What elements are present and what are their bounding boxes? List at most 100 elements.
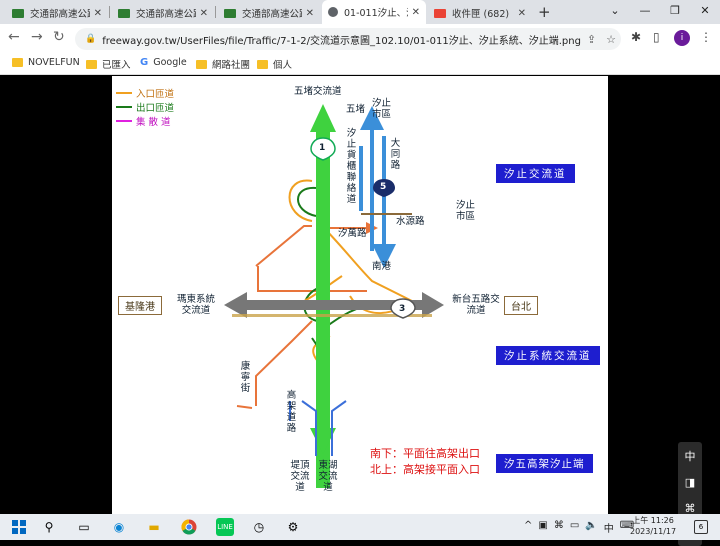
- tab-title: 收件匣 (682): [452, 9, 510, 20]
- lock-icon[interactable]: 🔒: [85, 34, 96, 44]
- note-southbound: 南下：平面往高架出口: [370, 447, 480, 460]
- tab-title: 交通部高速公路局: [136, 9, 196, 20]
- title-xizhi-system-interchange: 汐止系統交流道: [496, 346, 600, 365]
- browser-window: 交通部高速公路局 ✕ 交通部高速公路局 ✕ 交通部高速公路局 ✕ 01-011汐…: [0, 0, 720, 546]
- folder-icon: [12, 58, 23, 67]
- label-xizhi-cargo-road: 汐止貨櫃聯絡道: [346, 128, 357, 205]
- app-tray-icon[interactable]: ▣: [538, 520, 547, 535]
- interchange-diagram: 1 3 5 入口匝道 出口匝道 集 散 道 五堵交流道 五堵 汐止市區 汐止貨櫃…: [112, 76, 608, 514]
- image-viewer: 1 3 5 入口匝道 出口匝道 集 散 道 五堵交流道 五堵 汐止市區 汐止貨櫃…: [0, 76, 720, 546]
- show-hidden-icons-icon[interactable]: ^: [524, 520, 532, 535]
- notification-icon[interactable]: 6: [694, 520, 708, 534]
- chrome-icon[interactable]: [180, 518, 198, 536]
- legend-exit-ramp: 出口匝道: [116, 100, 174, 114]
- line-icon[interactable]: LINE: [216, 518, 234, 536]
- gmail-icon: [224, 8, 236, 18]
- navigation-bar: ← → ↻ 🔒 freeway.gov.tw/UserFiles/file/Tr…: [0, 24, 720, 53]
- tab-2[interactable]: 交通部高速公路局 ✕: [218, 2, 320, 24]
- edge-icon[interactable]: ◉: [110, 518, 128, 536]
- task-view-icon[interactable]: ▭: [75, 518, 93, 536]
- label-donghu-interchange: 東湖交流道: [318, 460, 338, 493]
- ime-chinese-icon[interactable]: 中: [685, 448, 696, 464]
- bookmark-personal[interactable]: 個人: [257, 57, 292, 71]
- close-icon[interactable]: ✕: [412, 7, 420, 18]
- usb-icon[interactable]: ⌘: [554, 520, 564, 535]
- label-madong-system: 瑪東系統交流道: [176, 294, 215, 316]
- freeway-1-shield-label: 1: [319, 143, 326, 153]
- clock-date: 2023/11/17: [630, 527, 677, 536]
- address-bar[interactable]: 🔒 freeway.gov.tw/UserFiles/file/Traffic/…: [75, 28, 621, 50]
- label-wudu-interchange: 五堵交流道: [294, 86, 342, 97]
- file-explorer-icon[interactable]: ▬: [145, 518, 163, 536]
- bookmark-groups[interactable]: 網路社團: [196, 57, 250, 71]
- punctuation-icon[interactable]: ⌘: [685, 502, 696, 515]
- close-icon[interactable]: ✕: [94, 8, 102, 19]
- freeway-5-shield-label: 5: [380, 182, 387, 192]
- taskbar-clock[interactable]: 上午 11:26 2023/11/17: [630, 515, 676, 537]
- window-controls: ⌄ — ❐ ✕: [600, 0, 720, 24]
- url-text[interactable]: freeway.gov.tw/UserFiles/file/Traffic/7-…: [102, 32, 582, 47]
- folder-icon: [196, 59, 207, 69]
- sidepanel-icon[interactable]: ▯: [653, 30, 660, 44]
- label-wudu: 五堵: [346, 104, 366, 115]
- label-xizhi-city-right: 汐止市區: [456, 200, 476, 222]
- close-window-icon[interactable]: ✕: [690, 0, 720, 24]
- title-xiwu-elevated-xizhi-end: 汐五高架汐止端: [496, 454, 593, 473]
- tab-search-icon[interactable]: ⌄: [600, 0, 630, 24]
- note-northbound: 北上：高架接平面入口: [370, 463, 480, 476]
- tab-1[interactable]: 交通部高速公路局 ✕: [112, 2, 214, 24]
- close-icon[interactable]: ✕: [200, 8, 208, 19]
- tab-3-active[interactable]: 01-011汐止、汐止系統 ✕: [322, 0, 426, 24]
- label-datong-road: 大同路: [390, 138, 401, 171]
- label-elevated-road: 高架道路: [286, 390, 297, 434]
- windows-taskbar: ⚲ ▭ ◉ ▬ LINE ◷ ⚙ ^ ▣ ⌘ ▭ 🔈 中 ⌨ 上午 11:26 …: [0, 514, 720, 540]
- search-icon[interactable]: ⚲: [40, 518, 58, 536]
- menu-icon[interactable]: ⋮: [700, 30, 712, 44]
- maximize-icon[interactable]: ❐: [660, 0, 690, 24]
- back-icon[interactable]: ←: [8, 29, 20, 45]
- label-taipei: 台北: [504, 296, 538, 315]
- title-xizhi-interchange: 汐止交流道: [496, 164, 575, 183]
- close-icon[interactable]: ✕: [518, 8, 526, 19]
- clock-time: 上午 11:26: [632, 516, 674, 525]
- volume-icon[interactable]: 🔈: [585, 520, 597, 535]
- label-tiding-interchange: 堤頂交流道: [290, 460, 310, 493]
- system-tray: ^ ▣ ⌘ ▭ 🔈 中 ⌨: [524, 520, 634, 535]
- label-nangang: 南港: [372, 261, 392, 272]
- share-icon[interactable]: ⇪: [587, 33, 596, 46]
- ime-indicator[interactable]: 中: [604, 520, 614, 535]
- new-tab-button[interactable]: +: [538, 3, 551, 21]
- start-icon[interactable]: [10, 518, 28, 536]
- bookmark-google[interactable]: G Google: [140, 57, 187, 68]
- extensions-icon[interactable]: ✱: [631, 30, 641, 44]
- bookmark-novelfun[interactable]: NOVELFUN: [12, 57, 80, 68]
- star-icon[interactable]: ☆: [606, 33, 616, 46]
- tab-title: 交通部高速公路局: [242, 9, 302, 20]
- label-kangning-street: 康寧街: [240, 361, 251, 394]
- folder-icon: [86, 59, 97, 69]
- network-icon[interactable]: ▭: [570, 520, 579, 535]
- clock-app-icon[interactable]: ◷: [250, 518, 268, 536]
- reload-icon[interactable]: ↻: [53, 29, 65, 45]
- google-icon: G: [140, 57, 149, 68]
- gmail-icon: [118, 8, 130, 18]
- label-xiwan-road: 汐萬路: [338, 228, 367, 239]
- minimize-icon[interactable]: —: [630, 0, 660, 24]
- gmail-icon: [434, 8, 446, 18]
- close-icon[interactable]: ✕: [306, 8, 314, 19]
- tab-0[interactable]: 交通部高速公路局 ✕: [6, 2, 108, 24]
- bookmark-imported[interactable]: 已匯入: [86, 57, 131, 71]
- tab-4[interactable]: 收件匣 (682) ✕: [428, 2, 532, 24]
- folder-icon: [257, 59, 268, 69]
- tab-strip: 交通部高速公路局 ✕ 交通部高速公路局 ✕ 交通部高速公路局 ✕ 01-011汐…: [0, 0, 720, 24]
- label-keelung-port: 基隆港: [118, 296, 162, 315]
- settings-icon[interactable]: ⚙: [284, 518, 302, 536]
- forward-icon[interactable]: →: [31, 29, 43, 45]
- profile-avatar[interactable]: i: [674, 30, 690, 46]
- tab-title: 01-011汐止、汐止系統: [344, 8, 408, 19]
- half-width-icon[interactable]: ◨: [685, 476, 695, 489]
- gmail-icon: [12, 8, 24, 18]
- web-icon: [328, 7, 338, 17]
- label-shuiyuan-road: 水源路: [396, 216, 425, 227]
- bookmarks-bar: NOVELFUN 已匯入 G Google 網路社團 個人: [0, 53, 720, 75]
